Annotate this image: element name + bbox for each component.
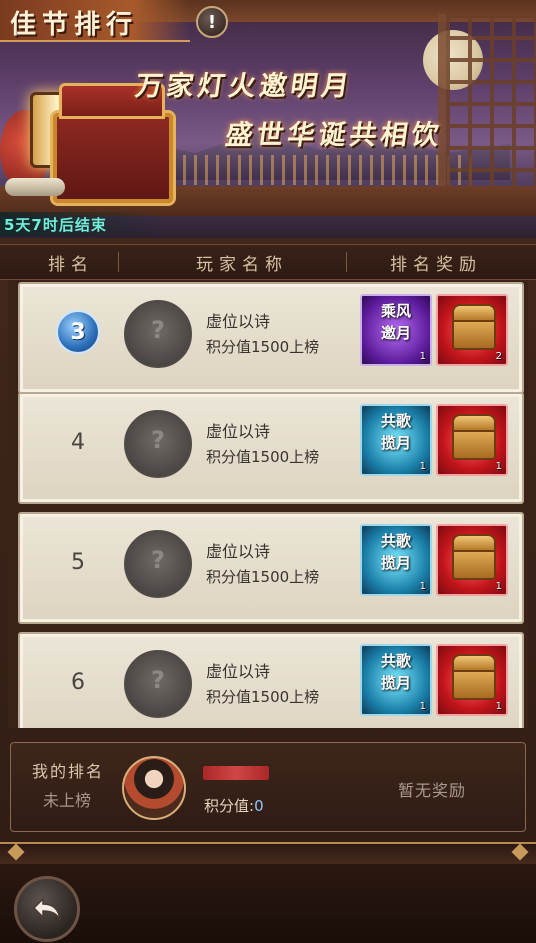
player-name: 虚位以诗	[206, 662, 271, 681]
reward-quantity: 2	[495, 351, 502, 362]
header-player-name: 玩家名称	[196, 255, 288, 275]
back-arrow-icon	[32, 897, 61, 921]
lattice-window-illustration	[438, 14, 536, 194]
ranking-list[interactable]: 3 ? 虚位以诗 积分值1500上榜 乘风 邀月 1 2 4 ? 虚位以诗 积分值…	[8, 280, 528, 728]
reward-item-title[interactable]: 乘风 邀月 1	[360, 294, 432, 366]
my-name-redacted	[203, 766, 269, 780]
reward-item-title[interactable]: 共歌 揽月 1	[360, 524, 432, 596]
reward-item-label: 共歌 揽月	[380, 412, 411, 452]
countdown-timer: 5天7时后结束	[4, 216, 107, 234]
rank-number: 5	[71, 550, 85, 575]
divider	[0, 842, 536, 866]
slogan-line-1: 万家灯火邀明月	[133, 71, 355, 102]
page-title: 佳节排行	[10, 10, 139, 40]
reward-quantity: 1	[419, 351, 426, 362]
my-rank-status: 未上榜	[43, 791, 92, 810]
treasure-chest-icon	[452, 654, 496, 700]
avatar-placeholder: ?	[124, 410, 192, 478]
reward-item-label: 乘风 邀月	[380, 302, 411, 342]
table-row: 3 ? 虚位以诗 积分值1500上榜 乘风 邀月 1 2	[18, 282, 524, 394]
reward-item-chest[interactable]: 2	[436, 294, 508, 366]
slogan-line-2: 盛世华诞共相饮	[223, 120, 445, 151]
exclamation-icon: !	[207, 11, 217, 33]
bottom-bar	[0, 864, 536, 943]
treasure-chest-icon	[452, 534, 496, 580]
reward-quantity: 1	[495, 581, 502, 592]
table-row: 4 ? 虚位以诗 积分值1500上榜 共歌 揽月 1 1	[18, 392, 524, 504]
my-score: 积分值:0	[204, 797, 264, 815]
header-reward: 排名奖励	[390, 255, 482, 275]
player-score: 积分值1500上榜	[206, 338, 320, 356]
avatar-placeholder: ?	[124, 300, 192, 368]
info-button[interactable]: !	[196, 6, 228, 38]
rank-number: 6	[71, 670, 85, 695]
reward-item-title[interactable]: 共歌 揽月 1	[360, 404, 432, 476]
avatar-placeholder: ?	[124, 650, 192, 718]
avatar[interactable]	[122, 756, 186, 820]
header-rank: 排名	[48, 255, 94, 275]
city-lights-illustration	[150, 155, 480, 185]
reward-item-label: 共歌 揽月	[380, 532, 411, 572]
reward-item-title[interactable]: 共歌 揽月 1	[360, 644, 432, 716]
player-name: 虚位以诗	[206, 422, 271, 441]
rank-badge: 3	[56, 310, 100, 354]
reward-item-chest[interactable]: 1	[436, 404, 508, 476]
reward-quantity: 1	[419, 461, 426, 472]
my-score-value: 0	[254, 797, 264, 815]
treasure-chest-icon	[452, 304, 496, 350]
rank-number: 4	[71, 430, 85, 455]
reward-item-chest[interactable]: 1	[436, 524, 508, 596]
table-row: 6 ? 虚位以诗 积分值1500上榜 共歌 揽月 1 1	[18, 632, 524, 728]
table-row: 5 ? 虚位以诗 积分值1500上榜 共歌 揽月 1 1	[18, 512, 524, 624]
scroll-illustration	[5, 178, 65, 196]
player-score: 积分值1500上榜	[206, 688, 320, 706]
reward-quantity: 1	[419, 581, 426, 592]
treasure-chest-icon	[452, 414, 496, 460]
back-button[interactable]	[14, 876, 80, 942]
reward-quantity: 1	[419, 701, 426, 712]
player-name: 虚位以诗	[206, 542, 271, 561]
reward-quantity: 1	[495, 461, 502, 472]
player-score: 积分值1500上榜	[206, 568, 320, 586]
avatar-placeholder: ?	[124, 530, 192, 598]
player-name: 虚位以诗	[206, 312, 271, 331]
player-score: 积分值1500上榜	[206, 448, 320, 466]
reward-quantity: 1	[495, 701, 502, 712]
treasure-box-illustration	[50, 83, 176, 206]
reward-item-label: 共歌 揽月	[380, 652, 411, 692]
my-reward-text: 暂无奖励	[398, 781, 467, 800]
reward-item-chest[interactable]: 1	[436, 644, 508, 716]
my-rank-label: 我的排名	[32, 762, 105, 781]
